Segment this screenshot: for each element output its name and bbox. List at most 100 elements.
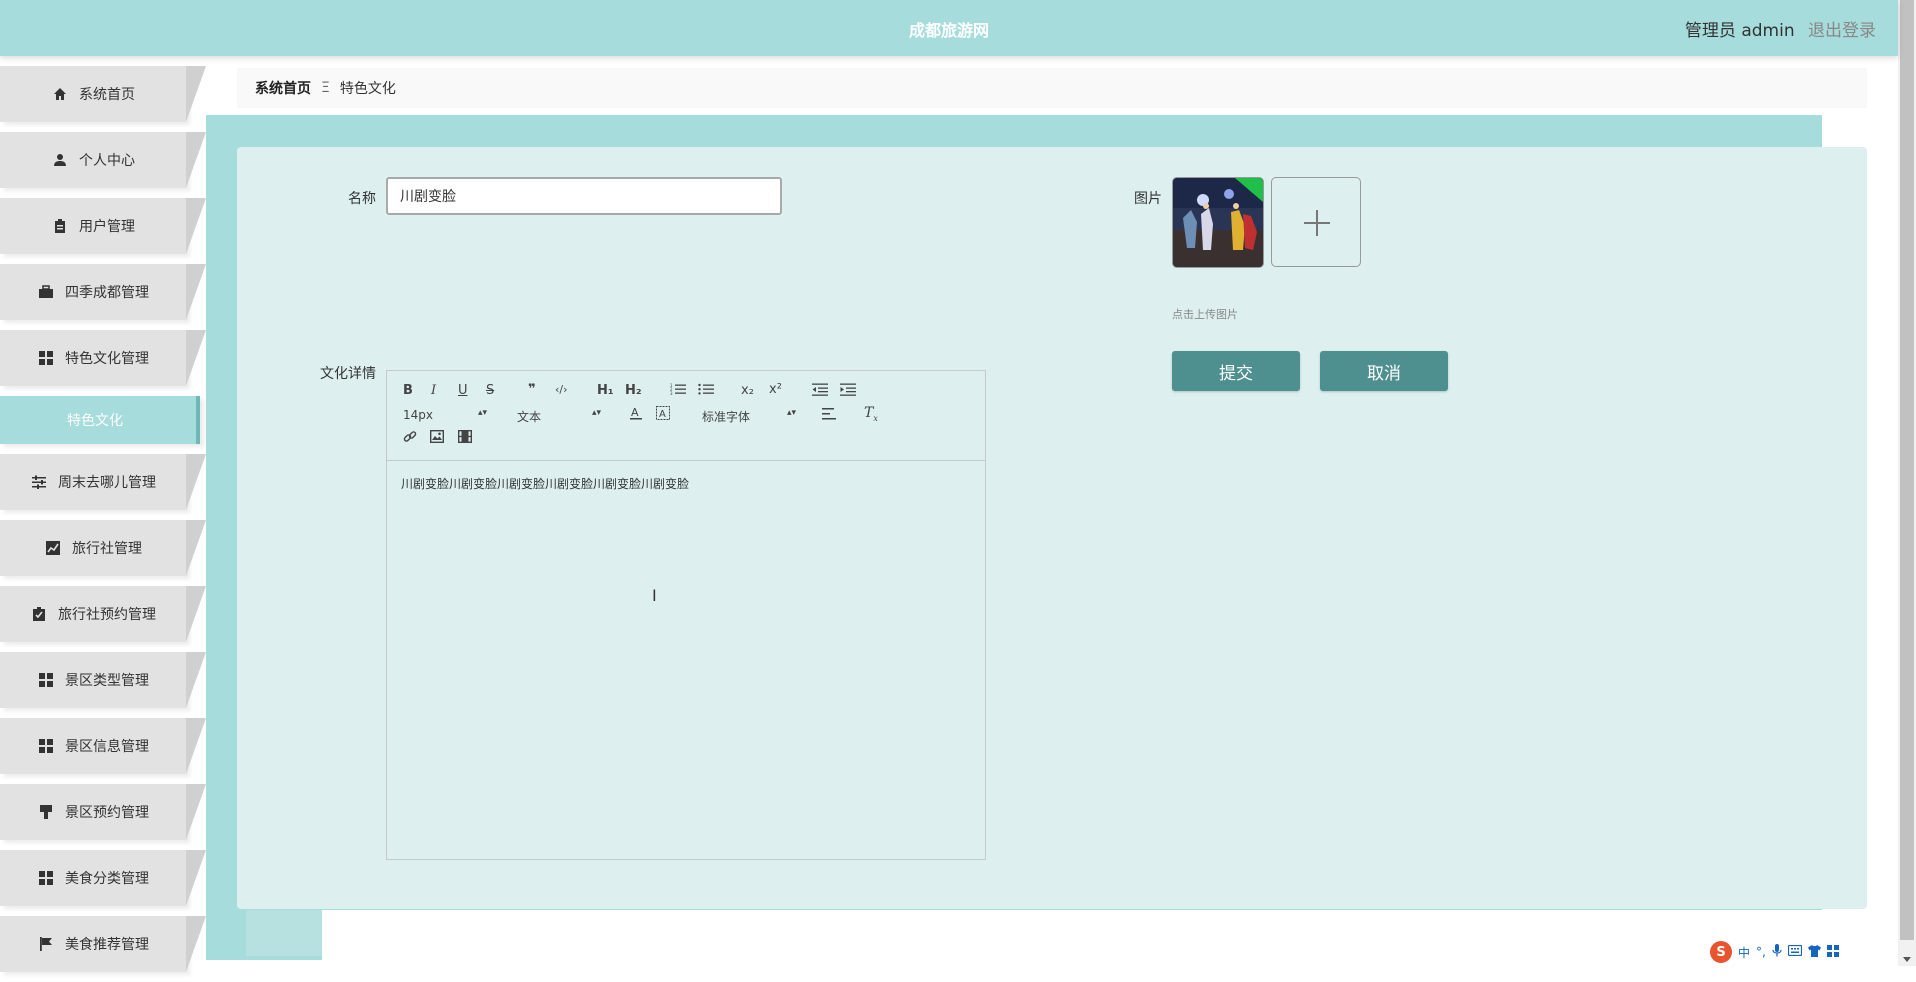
breadcrumb-current: 特色文化 xyxy=(339,81,396,97)
sidebar-item-food-category[interactable]: 美食分类管理 xyxy=(0,850,206,906)
editor-toolbar: B I U S ❞ ‹/› H₁ H₂ 123 x₂ x² 14px ▴▾ 文本… xyxy=(387,371,985,461)
sidebar-item-culture-management[interactable]: 特色文化管理 xyxy=(0,330,206,386)
background-color-icon[interactable]: A xyxy=(656,406,670,424)
sidebar-item-label: 系统首页 xyxy=(79,87,135,103)
sidebar-item-scenic-type[interactable]: 景区类型管理 xyxy=(0,652,206,708)
sidebar-item-home[interactable]: 系统首页 xyxy=(0,66,206,122)
block-format-value: 文本 xyxy=(517,410,542,424)
subscript-button[interactable]: x₂ xyxy=(741,383,754,398)
italic-button[interactable]: I xyxy=(431,383,436,398)
microphone-icon[interactable] xyxy=(1772,944,1782,960)
breadcrumb-home[interactable]: 系统首页 xyxy=(255,78,311,98)
sidebar-item-label: 特色文化管理 xyxy=(65,351,149,367)
image-label: 图片 xyxy=(1134,191,1162,207)
svg-text:3: 3 xyxy=(670,391,673,396)
sidebar-item-label: 用户管理 xyxy=(79,219,135,235)
bullet-list-icon[interactable] xyxy=(698,383,714,400)
checklist-icon xyxy=(30,606,48,622)
clear-format-icon[interactable]: Tx xyxy=(864,405,878,423)
rich-text-editor[interactable]: B I U S ❞ ‹/› H₁ H₂ 123 x₂ x² 14px ▴▾ 文本… xyxy=(386,370,986,860)
submit-button[interactable]: 提交 xyxy=(1172,351,1300,391)
ime-mode[interactable]: 中 xyxy=(1738,944,1750,961)
toolbox-grid-icon[interactable] xyxy=(1826,944,1839,960)
name-input[interactable] xyxy=(386,177,782,215)
uploaded-image-thumbnail[interactable] xyxy=(1172,177,1264,268)
keyboard-icon[interactable] xyxy=(1787,944,1802,959)
user-role: 管理员 admin xyxy=(1684,21,1795,41)
skin-shirt-icon[interactable] xyxy=(1807,944,1821,960)
font-family-select[interactable]: 标准字体 ▴▾ xyxy=(702,408,796,425)
svg-text:A: A xyxy=(631,406,639,419)
sogou-logo-icon[interactable]: S xyxy=(1710,941,1732,963)
font-size-value: 14px xyxy=(403,408,433,422)
sidebar-item-profile[interactable]: 个人中心 xyxy=(0,132,206,188)
footer-block xyxy=(206,910,246,956)
upload-hint: 点击上传图片 xyxy=(1172,308,1238,321)
name-label: 名称 xyxy=(348,191,376,207)
sidebar-item-agency[interactable]: 旅行社管理 xyxy=(0,520,206,576)
superscript-button[interactable]: x² xyxy=(769,382,782,397)
sidebar-subitem-culture[interactable]: 特色文化 xyxy=(0,396,200,444)
select-arrows-icon: ▴▾ xyxy=(786,408,796,418)
site-title: 成都旅游网 xyxy=(908,21,989,40)
sidebar-item-label: 旅行社管理 xyxy=(72,541,142,557)
briefcase-icon xyxy=(37,284,55,300)
upload-image-button[interactable] xyxy=(1271,177,1361,267)
link-icon[interactable] xyxy=(403,430,417,448)
ordered-list-icon[interactable]: 123 xyxy=(670,383,686,400)
breadcrumb-separator: Ξ xyxy=(321,80,330,96)
breadcrumb: 系统首页 Ξ 特色文化 xyxy=(237,68,1867,108)
sidebar-item-weekend[interactable]: 周末去哪儿管理 xyxy=(0,454,206,510)
editor-content[interactable]: 川剧变脸川剧变脸川剧变脸川剧变脸川剧变脸川剧变脸 xyxy=(401,475,689,492)
home-icon xyxy=(51,86,69,102)
block-format-select[interactable]: 文本 ▴▾ xyxy=(517,408,601,425)
sidebar-item-label: 美食推荐管理 xyxy=(65,937,149,953)
blockquote-button[interactable]: ❞ xyxy=(528,382,536,397)
sidebar-item-food-recommend[interactable]: 美食推荐管理 xyxy=(0,916,206,972)
scroll-down-arrow-icon[interactable] xyxy=(1903,957,1911,962)
sidebar-item-label: 美食分类管理 xyxy=(65,871,149,887)
video-icon[interactable] xyxy=(457,429,473,447)
scrollbar-thumb[interactable] xyxy=(1900,0,1914,940)
sidebar: 系统首页 个人中心 用户管理 四季成都管理 特色文化管理 特色文化 周末去哪儿管… xyxy=(0,66,206,982)
grid-icon xyxy=(37,350,55,366)
chart-icon xyxy=(44,540,62,556)
sidebar-item-scenic-booking[interactable]: 景区预约管理 xyxy=(0,784,206,840)
logout-link[interactable]: 退出登录 xyxy=(1808,21,1876,41)
sidebar-item-seasons[interactable]: 四季成都管理 xyxy=(0,264,206,320)
underline-button[interactable]: U xyxy=(458,383,468,398)
bold-button[interactable]: B xyxy=(403,383,413,398)
sidebar-item-label: 特色文化 xyxy=(67,413,123,429)
select-arrows-icon: ▴▾ xyxy=(591,408,601,418)
top-header: 成都旅游网 管理员 admin 退出登录 xyxy=(0,0,1898,56)
font-color-icon[interactable]: A xyxy=(629,406,643,424)
plus-icon xyxy=(1316,210,1318,236)
sidebar-item-label: 四季成都管理 xyxy=(65,285,149,301)
sidebar-item-label: 个人中心 xyxy=(79,153,135,169)
sidebar-item-agency-booking[interactable]: 旅行社预约管理 xyxy=(0,586,206,642)
sidebar-item-label: 景区预约管理 xyxy=(65,805,149,821)
user-icon xyxy=(51,152,69,168)
outdent-icon[interactable] xyxy=(812,383,828,400)
page-scrollbar[interactable] xyxy=(1898,0,1916,966)
detail-label: 文化详情 xyxy=(320,366,376,382)
sidebar-item-label: 景区类型管理 xyxy=(65,673,149,689)
align-icon[interactable] xyxy=(822,408,836,424)
footer-block xyxy=(246,910,322,956)
font-size-select[interactable]: 14px ▴▾ xyxy=(403,408,487,422)
sidebar-item-scenic-info[interactable]: 景区信息管理 xyxy=(0,718,206,774)
code-block-button[interactable]: ‹/› xyxy=(555,383,568,396)
sidebar-item-label: 周末去哪儿管理 xyxy=(58,475,156,491)
cancel-button[interactable]: 取消 xyxy=(1320,351,1448,391)
indent-icon[interactable] xyxy=(840,383,856,400)
ime-toolbar: S 中 °, xyxy=(1710,940,1890,964)
select-arrows-icon: ▴▾ xyxy=(477,408,487,418)
sidebar-item-label: 旅行社预约管理 xyxy=(58,607,156,623)
ime-punctuation[interactable]: °, xyxy=(1756,945,1766,959)
heading1-button[interactable]: H₁ xyxy=(597,383,614,398)
strikethrough-button[interactable]: S xyxy=(486,383,494,398)
image-icon[interactable] xyxy=(429,429,445,447)
heading2-button[interactable]: H₂ xyxy=(625,383,642,398)
content-footer-space xyxy=(322,910,1898,966)
sidebar-item-users[interactable]: 用户管理 xyxy=(0,198,206,254)
